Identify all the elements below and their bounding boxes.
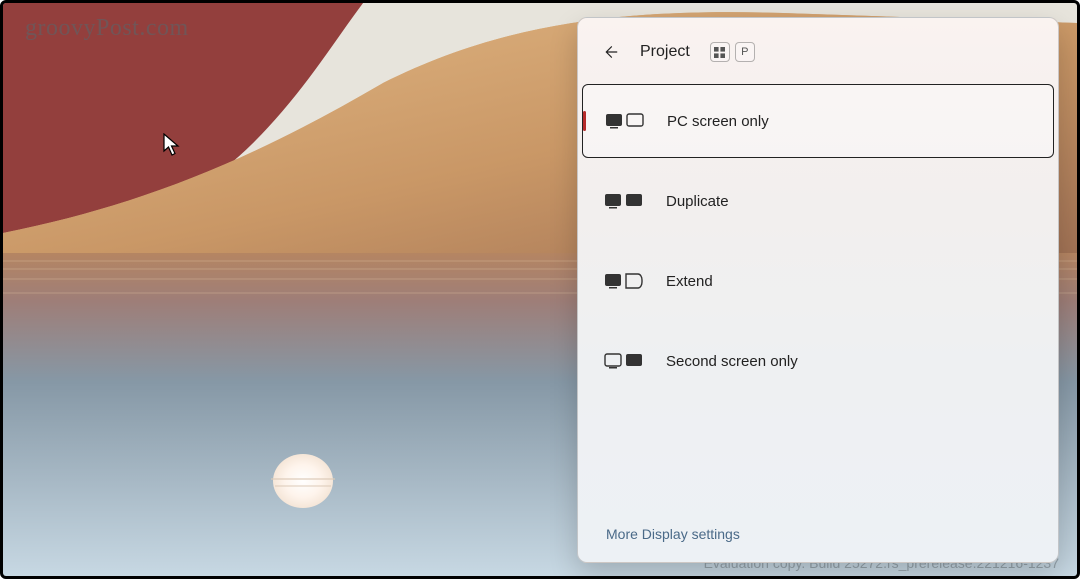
watermark-top: groovyPost.com: [25, 15, 189, 42]
back-button[interactable]: [592, 34, 628, 70]
p-key: P: [735, 42, 755, 62]
option-label: PC screen only: [667, 113, 769, 130]
option-second-screen-only[interactable]: Second screen only: [582, 324, 1054, 398]
extend-icon: [604, 271, 644, 291]
keyboard-shortcut-hint: P: [710, 42, 755, 62]
option-label: Second screen only: [666, 353, 798, 370]
second-screen-only-icon: [604, 351, 644, 371]
duplicate-icon: [604, 191, 644, 211]
project-options: PC screen only Duplicate: [578, 84, 1058, 398]
flyout-title: Project: [640, 43, 690, 61]
project-flyout: Project P PC screen only: [577, 17, 1059, 563]
option-extend[interactable]: Extend: [582, 244, 1054, 318]
option-label: Duplicate: [666, 193, 729, 210]
option-pc-screen-only[interactable]: PC screen only: [582, 84, 1054, 158]
windows-key-icon: [710, 42, 730, 62]
option-duplicate[interactable]: Duplicate: [582, 164, 1054, 238]
pc-screen-only-icon: [605, 111, 645, 131]
arrow-left-icon: [601, 43, 619, 61]
more-display-settings-link[interactable]: More Display settings: [578, 508, 1058, 562]
option-label: Extend: [666, 273, 713, 290]
flyout-header: Project P: [578, 20, 1058, 84]
